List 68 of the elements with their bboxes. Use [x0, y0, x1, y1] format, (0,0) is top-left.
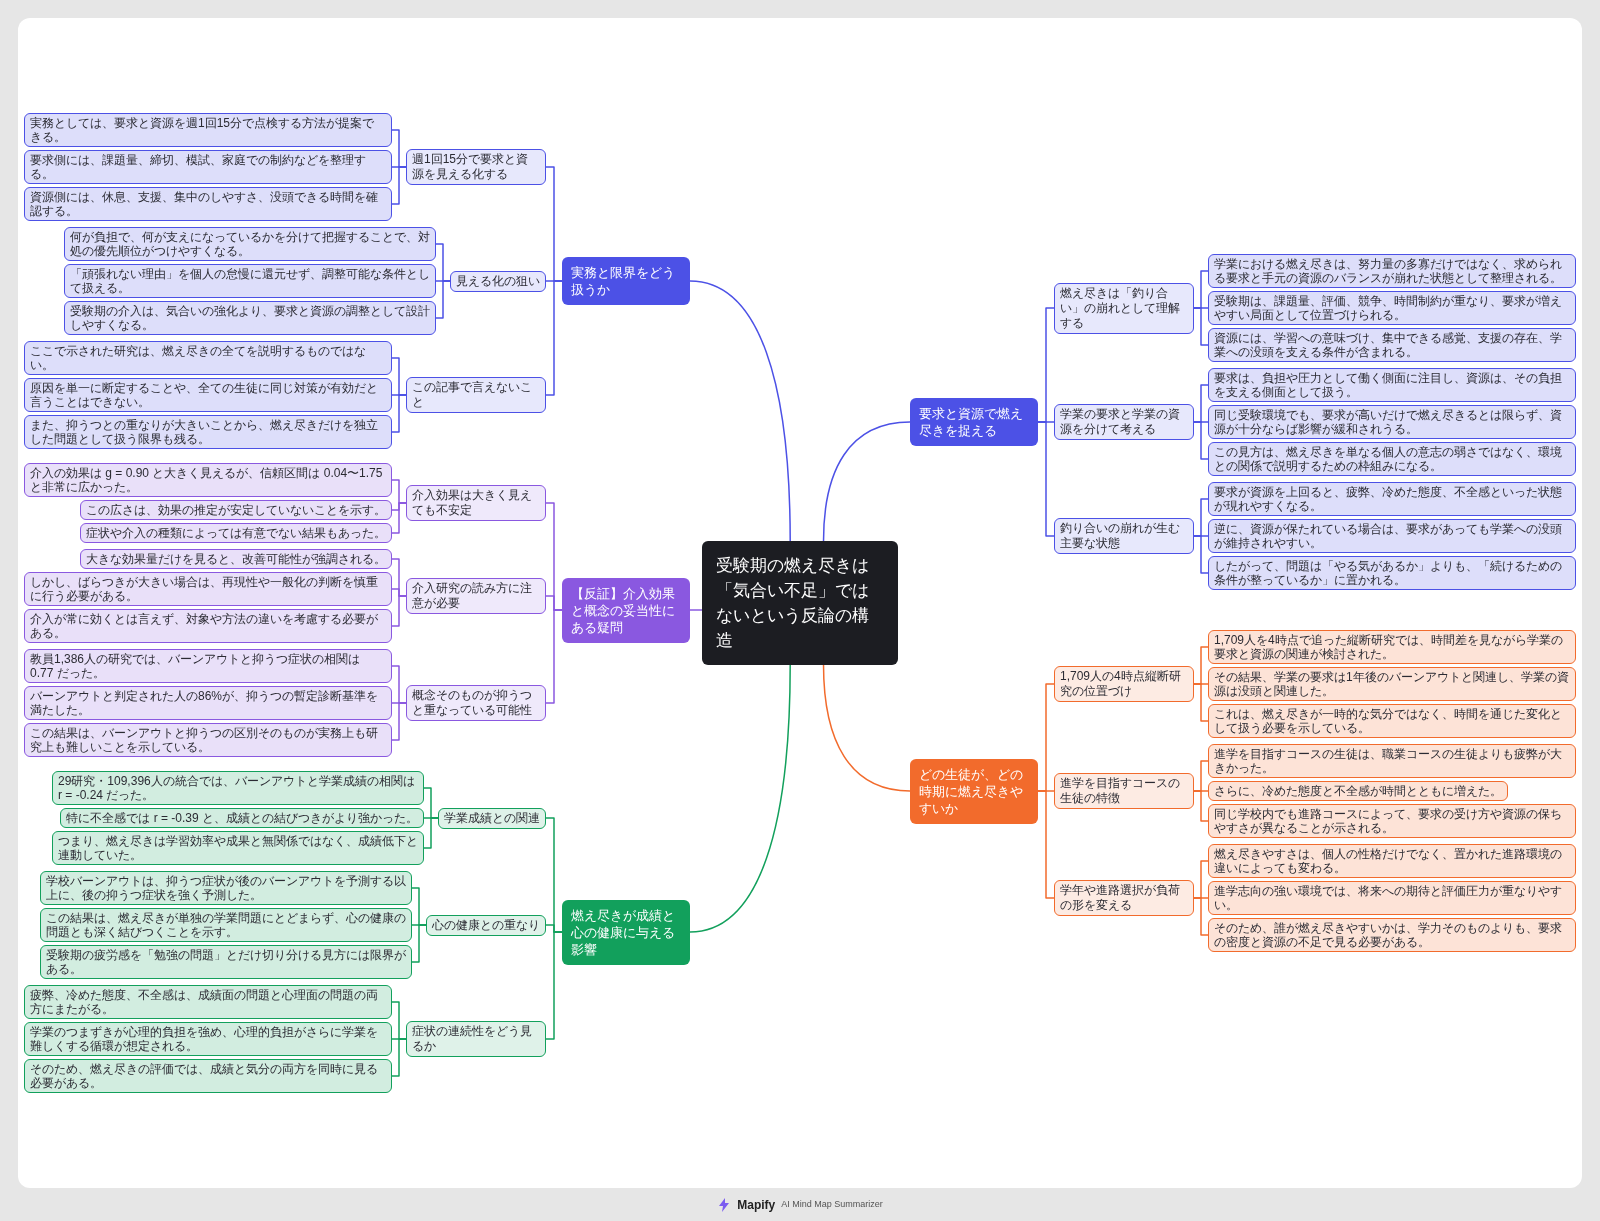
- leaf-note[interactable]: 要求側には、課題量、締切、模試、家庭での制約などを整理する。: [24, 150, 392, 184]
- leaf-note[interactable]: 症状や介入の種類によっては有意でない結果もあった。: [80, 523, 392, 543]
- brand-tagline: AI Mind Map Summarizer: [781, 1197, 883, 1211]
- leaf-note[interactable]: しかし、ばらつきが大きい場合は、再現性や一般化の判断を慎重に行う必要がある。: [24, 572, 392, 606]
- leaf-note[interactable]: 同じ受験環境でも、要求が高いだけで燃え尽きるとは限らず、資源が十分ならば影響が緩和されうる。: [1208, 405, 1576, 439]
- leaf-note[interactable]: 何が負担で、何が支えになっているかを分けて把握することで、対処の優先順位がつけやすくなる。: [64, 227, 436, 261]
- leaf-note[interactable]: 実務としては、要求と資源を週1回15分で点検する方法が提案できる。: [24, 113, 392, 147]
- leaf-note[interactable]: 学業のつまずきが心理的負担を強め、心理的負担がさらに学業を難しくする循環が想定される。: [24, 1022, 392, 1056]
- leaf-note[interactable]: 特に不全感では r = -0.39 と、成績との結びつきがより強かった。: [60, 808, 424, 828]
- leaf-note[interactable]: 介入が常に効くとは言えず、対象や方法の違いを考慮する必要がある。: [24, 609, 392, 643]
- leaf-note[interactable]: 教員1,386人の研究では、バーンアウトと抑うつ症状の相関は 0.77 だった。: [24, 649, 392, 683]
- branch-topic[interactable]: 実務と限界をどう扱うか: [562, 257, 690, 305]
- subtopic-node[interactable]: 見える化の狙い: [450, 270, 546, 292]
- leaf-note[interactable]: また、抑うつとの重なりが大きいことから、燃え尽きだけを独立した問題として扱う限界も残る。: [24, 415, 392, 449]
- brand-name: Mapify: [737, 1196, 776, 1214]
- leaf-note[interactable]: 資源側には、休息、支援、集中のしやすさ、没頭できる時間を確認する。: [24, 187, 392, 221]
- leaf-note[interactable]: 学校バーンアウトは、抑うつ症状が後のバーンアウトを予測する以上に、後の抑うつ症状を強く予測した。: [40, 871, 412, 905]
- leaf-note[interactable]: 1,709人を4時点で追った縦断研究では、時間差を見ながら学業の要求と資源の関連が検討された。: [1208, 630, 1576, 664]
- leaf-note[interactable]: 進学を目指すコースの生徒は、職業コースの生徒よりも疲弊が大きかった。: [1208, 744, 1576, 778]
- subtopic-node[interactable]: 心の健康との重なり: [426, 914, 546, 936]
- connector-line: [689, 609, 703, 611]
- subtopic-node[interactable]: 概念そのものが抑うつと重なっている可能性: [406, 685, 546, 721]
- leaf-note[interactable]: 逆に、資源が保たれている場合は、要求があっても学業への没頭が維持されやすい。: [1208, 519, 1576, 553]
- subtopic-node[interactable]: この記事で言えないこと: [406, 377, 546, 413]
- leaf-note[interactable]: この広さは、効果の推定が安定していないことを示す。: [80, 500, 392, 520]
- central-topic: 受験期の燃え尽きは「気合い不足」ではないという反論の構造: [702, 541, 898, 665]
- subtopic-node[interactable]: 学年や進路選択が負荷の形を変える: [1054, 880, 1194, 916]
- branch-topic[interactable]: 要求と資源で燃え尽きを捉える: [910, 398, 1038, 446]
- branch-topic[interactable]: 【反証】介入効果と概念の妥当性にある疑問: [562, 577, 690, 643]
- leaf-note[interactable]: 原因を単一に断定することや、全ての生徒に同じ対策が有効だと言うことはできない。: [24, 378, 392, 412]
- leaf-note[interactable]: この結果は、バーンアウトと抑うつの区別そのものが実務上も研究上も難しいことを示している。: [24, 723, 392, 757]
- subtopic-node[interactable]: 介入効果は大きく見えても不安定: [406, 485, 546, 521]
- leaf-note[interactable]: さらに、冷めた態度と不全感が時間とともに増えた。: [1208, 781, 1508, 801]
- leaf-note[interactable]: 要求は、負担や圧力として働く側面に注目し、資源は、その負担を支える側面として扱う。: [1208, 368, 1576, 402]
- subtopic-node[interactable]: 進学を目指すコースの生徒の特徴: [1054, 773, 1194, 809]
- leaf-note[interactable]: ここで示された研究は、燃え尽きの全てを説明するものではない。: [24, 341, 392, 375]
- leaf-note[interactable]: その結果、学業の要求は1年後のバーンアウトと関連し、学業の資源は没頭と関連した。: [1208, 667, 1576, 701]
- leaf-note[interactable]: 介入の効果は g = 0.90 と大きく見えるが、信頼区間は 0.04〜1.75 と非常に広かった。: [24, 463, 392, 497]
- leaf-note[interactable]: 受験期の介入は、気合いの強化より、要求と資源の調整として設計しやすくなる。: [64, 301, 436, 335]
- leaf-note[interactable]: バーンアウトと判定された人の86%が、抑うつの暫定診断基準を満たした。: [24, 686, 392, 720]
- subtopic-node[interactable]: 1,709人の4時点縦断研究の位置づけ: [1054, 666, 1194, 702]
- subtopic-node[interactable]: 症状の連続性をどう見るか: [406, 1021, 546, 1057]
- leaf-note[interactable]: 同じ学校内でも進路コースによって、要求の受け方や資源の保ちやすさが異なることが示される。: [1208, 804, 1576, 838]
- leaf-note[interactable]: この見方は、燃え尽きを単なる個人の意志の弱さではなく、環境との関係で説明するための枠組みになる。: [1208, 442, 1576, 476]
- leaf-note[interactable]: 29研究・109,396人の統合では、バーンアウトと学業成績の相関は r = -0.24 だった。: [52, 771, 424, 805]
- logo-icon: [717, 1197, 732, 1212]
- leaf-note[interactable]: これは、燃え尽きが一時的な気分ではなく、時間を通じた変化として扱う必要を示している。: [1208, 704, 1576, 738]
- leaf-note[interactable]: 「頑張れない理由」を個人の怠慢に還元せず、調整可能な条件として扱える。: [64, 264, 436, 298]
- leaf-note[interactable]: そのため、燃え尽きの評価では、成績と気分の両方を同時に見る必要がある。: [24, 1059, 392, 1093]
- leaf-note[interactable]: 受験期の疲労感を「勉強の問題」とだけ切り分ける見方には限界がある。: [40, 945, 412, 979]
- subtopic-node[interactable]: 週1回15分で要求と資源を見える化する: [406, 149, 546, 185]
- leaf-note[interactable]: 燃え尽きやすさは、個人の性格だけでなく、置かれた進路環境の違いによっても変わる。: [1208, 844, 1576, 878]
- subtopic-node[interactable]: 介入研究の読み方に注意が必要: [406, 578, 546, 614]
- subtopic-node[interactable]: 燃え尽きは「釣り合い」の崩れとして理解する: [1054, 282, 1194, 334]
- leaf-note[interactable]: つまり、燃え尽きは学習効率や成果と無関係ではなく、成績低下と連動していた。: [52, 831, 424, 865]
- leaf-note[interactable]: 疲弊、冷めた態度、不全感は、成績面の問題と心理面の問題の両方にまたがる。: [24, 985, 392, 1019]
- leaf-note[interactable]: この結果は、燃え尽きが単独の学業問題にとどまらず、心の健康の問題とも深く結びつくことを示す。: [40, 908, 412, 942]
- leaf-note[interactable]: 資源には、学習への意味づけ、集中できる感覚、支援の存在、学業への没頭を支える条件が含まれる。: [1208, 328, 1576, 362]
- leaf-note[interactable]: 要求が資源を上回ると、疲弊、冷めた態度、不全感といった状態が現れやすくなる。: [1208, 482, 1576, 516]
- leaf-note[interactable]: 学業における燃え尽きは、努力量の多寡だけではなく、求められる要求と手元の資源のバランスが崩れた状態として整理される。: [1208, 254, 1576, 288]
- subtopic-node[interactable]: 学業成績との関連: [438, 807, 546, 829]
- leaf-note[interactable]: 大きな効果量だけを見ると、改善可能性が強調される。: [80, 549, 392, 569]
- leaf-note[interactable]: したがって、問題は「やる気があるか」よりも、「続けるための条件が整っているか」に置かれる。: [1208, 556, 1576, 590]
- leaf-note[interactable]: そのため、誰が燃え尽きやすいかは、学力そのものよりも、要求の密度と資源の不足で見る必要がある。: [1208, 918, 1576, 952]
- leaf-note[interactable]: 進学志向の強い環境では、将来への期待と評価圧力が重なりやすい。: [1208, 881, 1576, 915]
- subtopic-node[interactable]: 釣り合いの崩れが生む主要な状態: [1054, 518, 1194, 554]
- leaf-note[interactable]: 受験期は、課題量、評価、競争、時間制約が重なり、要求が増えやすい局面として位置づけられる。: [1208, 291, 1576, 325]
- subtopic-node[interactable]: 学業の要求と学業の資源を分けて考える: [1054, 404, 1194, 440]
